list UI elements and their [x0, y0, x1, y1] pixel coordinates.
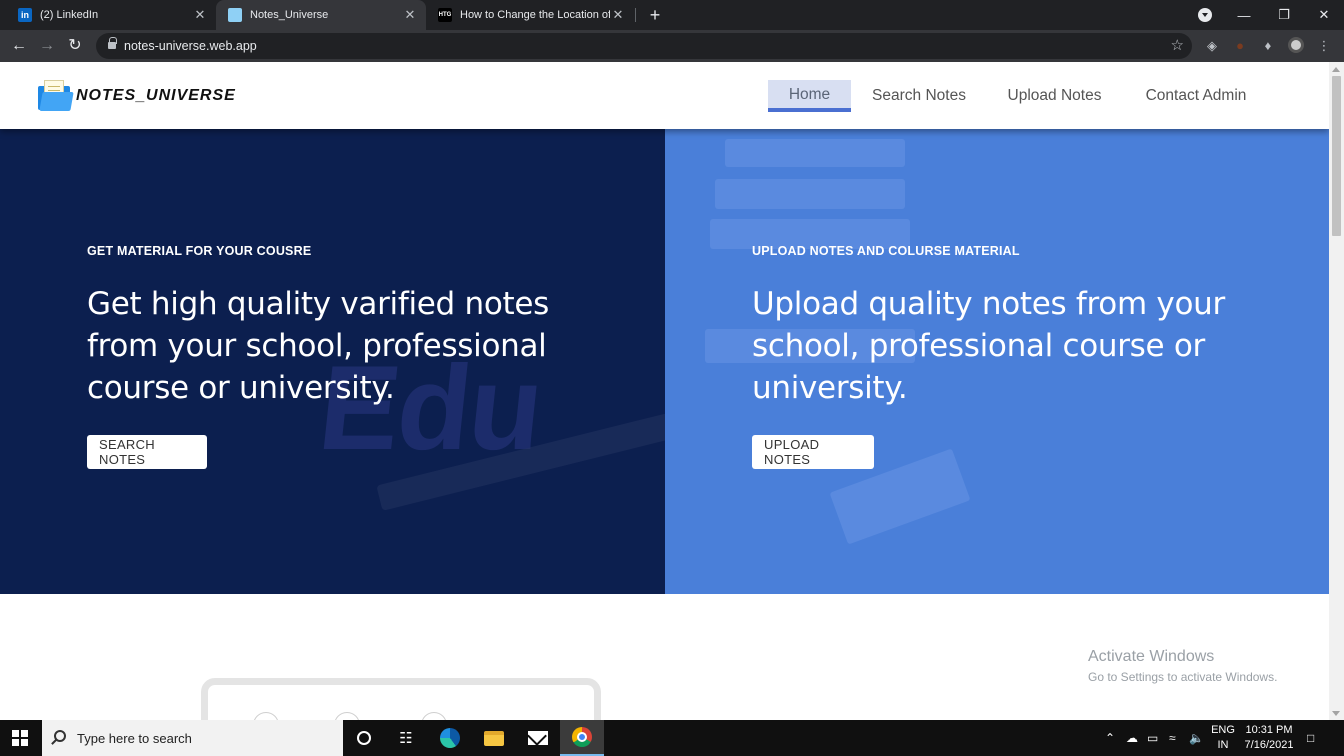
nav-contact-admin[interactable]: Contact Admin — [1133, 80, 1259, 112]
url-text: notes-universe.web.app — [124, 39, 257, 53]
tab-separator — [635, 8, 636, 22]
close-tab-icon[interactable]: ✕ — [610, 7, 626, 23]
close-tab-icon[interactable]: ✕ — [402, 7, 418, 23]
page-viewport: NOTES_UNIVERSE Home Search Notes Upload … — [0, 62, 1329, 720]
close-window-icon[interactable]: ✕ — [1304, 0, 1344, 30]
activate-title: Activate Windows — [1088, 648, 1215, 665]
taskbar-search-box[interactable]: Type here to search — [42, 720, 343, 756]
back-icon[interactable]: ← — [8, 35, 30, 57]
hero-left-headline: Get high quality varified notes from you… — [87, 286, 549, 406]
notes-universe-icon — [228, 8, 242, 22]
restore-icon[interactable]: ❐ — [1264, 0, 1304, 30]
tab-search-icon[interactable] — [1198, 8, 1212, 22]
hero-right-eyebrow: UPLOAD NOTES AND COLURSE MATERIAL — [752, 244, 1020, 258]
taskbar-search-placeholder: Type here to search — [77, 731, 192, 746]
background-books — [715, 179, 905, 209]
scroll-up-icon[interactable] — [1332, 67, 1340, 72]
volume-icon[interactable]: 🔈 — [1189, 720, 1204, 756]
nav-upload-notes[interactable]: Upload Notes — [996, 80, 1113, 112]
tray-chevron-icon[interactable]: ⌃ — [1105, 720, 1115, 756]
site-navbar: NOTES_UNIVERSE Home Search Notes Upload … — [0, 62, 1329, 129]
extensions-puzzle-icon[interactable]: ♦ — [1259, 37, 1277, 55]
circle-icon: + — [334, 712, 360, 720]
hero-left-eyebrow: GET MATERIAL FOR YOUR COUSRE — [87, 244, 312, 258]
profile-avatar[interactable] — [1287, 37, 1305, 55]
address-bar[interactable]: notes-universe.web.app ☆ — [96, 33, 1192, 59]
tab-label: How to Change the Location of t — [460, 9, 610, 21]
circle-icon: + — [253, 712, 279, 720]
menu-kebab-icon[interactable]: ⋮ — [1315, 37, 1333, 55]
circle-icon: + — [421, 712, 447, 720]
battery-icon[interactable]: ▭ — [1147, 720, 1158, 756]
tab-notes-universe[interactable]: Notes_Universe ✕ — [216, 0, 426, 30]
reload-icon[interactable]: ↻ — [64, 35, 86, 57]
forward-icon[interactable]: → — [36, 35, 58, 57]
nav-search-notes[interactable]: Search Notes — [862, 80, 976, 112]
chrome-icon[interactable] — [560, 720, 604, 756]
htg-icon: HTG — [438, 8, 452, 22]
upload-notes-button[interactable]: UPLOAD NOTES — [752, 435, 874, 469]
activate-windows-watermark: Activate Windows Go to Settings to activ… — [1088, 648, 1277, 684]
tab-label: (2) LinkedIn — [40, 9, 99, 21]
lock-icon — [108, 37, 117, 50]
clock[interactable]: 10:31 PM 7/16/2021 — [1240, 723, 1298, 753]
edge-icon[interactable] — [428, 720, 472, 756]
browser-tab-strip: in (2) LinkedIn ✕ Notes_Universe ✕ HTG H… — [0, 0, 1344, 30]
onedrive-icon[interactable]: ☁ — [1126, 720, 1138, 756]
minimize-icon[interactable]: — — [1224, 0, 1264, 30]
language-indicator[interactable]: ENG IN — [1211, 723, 1235, 753]
extension-icon[interactable]: ● — [1231, 37, 1249, 55]
activate-subtitle: Go to Settings to activate Windows. — [1088, 670, 1278, 684]
scrollbar-thumb[interactable] — [1332, 76, 1341, 236]
clock-date: 7/16/2021 — [1244, 739, 1294, 751]
tab-howtogeek[interactable]: HTG How to Change the Location of t ✕ — [426, 0, 634, 30]
page-scrollbar[interactable] — [1329, 62, 1344, 720]
scroll-down-icon[interactable] — [1332, 711, 1340, 716]
search-notes-button[interactable]: SEARCH NOTES — [87, 435, 207, 469]
windows-start-icon[interactable] — [12, 730, 28, 746]
extension-icon[interactable]: ◈ — [1203, 37, 1221, 55]
lang-bottom: IN — [1217, 739, 1229, 751]
device-illustration: + + + — [201, 678, 601, 720]
background-books — [725, 139, 905, 167]
task-view-icon[interactable]: ☷ — [384, 720, 428, 756]
hero-right-headline: Upload quality notes from your school, p… — [752, 286, 1225, 406]
bookmark-star-icon[interactable]: ☆ — [1171, 36, 1184, 54]
browser-toolbar: ← → ↻ notes-universe.web.app ☆ ◈ ● ♦ ⋮ — [0, 30, 1344, 62]
lang-top: ENG — [1211, 724, 1235, 736]
tab-linkedin[interactable]: in (2) LinkedIn ✕ — [6, 0, 216, 30]
mail-icon[interactable] — [516, 720, 560, 756]
folder-notes-icon — [38, 80, 74, 112]
wifi-icon[interactable]: ≈ — [1169, 720, 1176, 756]
logo-text: NOTES_UNIVERSE — [76, 87, 236, 104]
cortana-icon[interactable] — [342, 720, 386, 756]
windows-taskbar: Type here to search ☷ ⌃ ☁ ▭ ≈ 🔈 ENG IN 1… — [0, 720, 1344, 756]
hero-search-panel: Edu GET MATERIAL FOR YOUR COUSRE Get hig… — [0, 129, 665, 594]
linkedin-icon: in — [18, 8, 32, 22]
search-icon — [54, 730, 66, 742]
file-explorer-icon[interactable] — [472, 720, 516, 756]
close-tab-icon[interactable]: ✕ — [192, 7, 208, 23]
notifications-icon[interactable]: □ — [1307, 720, 1314, 756]
new-tab-button[interactable]: + — [645, 5, 665, 25]
site-logo[interactable]: NOTES_UNIVERSE — [38, 80, 236, 112]
clock-time: 10:31 PM — [1245, 724, 1293, 736]
hero-upload-panel: UPLOAD NOTES AND COLURSE MATERIAL Upload… — [665, 129, 1329, 594]
nav-home[interactable]: Home — [768, 80, 851, 112]
tab-label: Notes_Universe — [250, 9, 329, 21]
